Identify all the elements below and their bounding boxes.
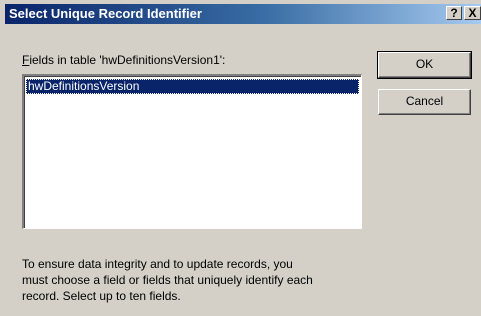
help-button[interactable]: ? bbox=[446, 6, 462, 20]
fields-label-text: ields in table 'hwDefinitionsVersion1': bbox=[29, 53, 226, 67]
dialog-window: Select Unique Record Identifier ? X Fiel… bbox=[0, 0, 481, 316]
title-bar[interactable]: Select Unique Record Identifier ? X bbox=[5, 4, 481, 24]
info-line: must choose a field or fields that uniqu… bbox=[22, 273, 313, 287]
cancel-button[interactable]: Cancel bbox=[378, 89, 471, 115]
list-item[interactable]: hwDefinitionsVersion bbox=[26, 79, 359, 94]
fields-label: Fields in table 'hwDefinitionsVersion1': bbox=[22, 53, 225, 67]
info-text: To ensure data integrity and to update r… bbox=[22, 256, 372, 304]
ok-button[interactable]: OK bbox=[377, 51, 472, 79]
fields-listbox[interactable]: hwDefinitionsVersion bbox=[22, 74, 362, 229]
dialog-title: Select Unique Record Identifier bbox=[9, 6, 202, 21]
info-line: To ensure data integrity and to update r… bbox=[22, 257, 293, 271]
close-button[interactable]: X bbox=[464, 6, 481, 20]
info-line: record. Select up to ten fields. bbox=[22, 289, 181, 303]
